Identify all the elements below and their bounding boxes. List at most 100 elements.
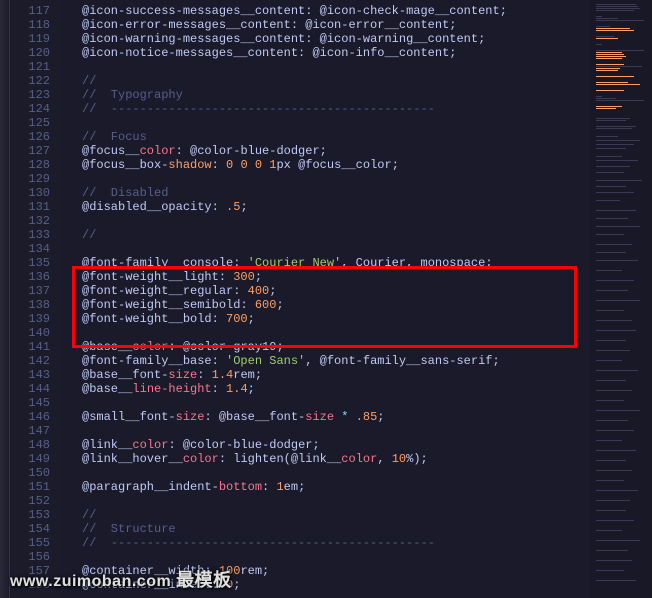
- minimap[interactable]: [590, 0, 652, 598]
- code-line[interactable]: @font-weight__light: 300;: [58, 270, 590, 284]
- token-prop: color: [132, 438, 168, 452]
- code-line[interactable]: [58, 242, 590, 256]
- code-line[interactable]: // Focus: [58, 130, 590, 144]
- code-line[interactable]: [58, 116, 590, 130]
- token-punc: ;: [485, 256, 492, 270]
- code-line[interactable]: @icon-warning-messages__content: @icon-w…: [58, 32, 590, 46]
- token-var: em: [284, 480, 298, 494]
- code-line[interactable]: @icon-success-messages__content: @icon-c…: [58, 4, 590, 18]
- code-line[interactable]: [58, 466, 590, 480]
- line-number: 122: [10, 74, 50, 88]
- token-num: 600: [255, 298, 277, 312]
- code-line[interactable]: [58, 60, 590, 74]
- line-number: 123: [10, 88, 50, 102]
- code-line[interactable]: [58, 396, 590, 410]
- code-line[interactable]: [58, 326, 590, 340]
- code-line[interactable]: // -------------------------------------…: [58, 536, 590, 550]
- code-line[interactable]: @small__font-size: @base__font-size * .8…: [58, 410, 590, 424]
- token-prop: color: [183, 452, 219, 466]
- minimap-line: [596, 410, 640, 411]
- code-line[interactable]: @disabled__opacity: .5;: [58, 200, 590, 214]
- minimap-line: [596, 26, 610, 27]
- code-line[interactable]: // Disabled: [58, 186, 590, 200]
- code-line[interactable]: @base__line-height: 1.4;: [58, 382, 590, 396]
- token-cmt: // Focus: [82, 130, 147, 144]
- code-line[interactable]: @base__color: @color-gray19;: [58, 340, 590, 354]
- minimap-line: [596, 56, 626, 57]
- code-line[interactable]: [58, 550, 590, 564]
- vertical-scrollbar[interactable]: [0, 0, 10, 598]
- code-line[interactable]: [58, 172, 590, 186]
- token-punc: ,: [377, 452, 391, 466]
- token-var: @icon-check-mage__content: [320, 4, 500, 18]
- minimap-line: [596, 8, 640, 9]
- code-line[interactable]: @focus__color: @color-blue-dodger;: [58, 144, 590, 158]
- line-number: 149: [10, 452, 50, 466]
- code-line[interactable]: // -------------------------------------…: [58, 102, 590, 116]
- token-sep: :: [212, 200, 226, 214]
- token-sep: :: [176, 144, 190, 158]
- minimap-line: [596, 98, 616, 99]
- code-line[interactable]: //: [58, 228, 590, 242]
- token-punc: ;: [449, 46, 456, 60]
- code-line[interactable]: //: [58, 508, 590, 522]
- code-line[interactable]: @font-weight__semibold: 600;: [58, 298, 590, 312]
- minimap-line: [596, 400, 624, 401]
- code-line[interactable]: [58, 494, 590, 508]
- minimap-line: [596, 430, 634, 431]
- token-punc: ;: [492, 354, 499, 368]
- minimap-line: [596, 172, 624, 173]
- token-sep: :: [204, 564, 218, 578]
- line-number: 158: [10, 578, 50, 592]
- minimap-line: [596, 20, 644, 21]
- minimap-line: [596, 166, 630, 167]
- token-num: .5: [226, 200, 240, 214]
- minimap-line: [596, 490, 638, 491]
- token-punc: ;: [500, 4, 507, 18]
- code-line[interactable]: //: [58, 74, 590, 88]
- minimap-line: [596, 82, 628, 83]
- token-var: @icon-info__content: [312, 46, 449, 60]
- code-line[interactable]: @container__indent: 0;: [58, 578, 590, 592]
- code-line[interactable]: // Typography: [58, 88, 590, 102]
- code-line[interactable]: // Structure: [58, 522, 590, 536]
- code-line[interactable]: [58, 424, 590, 438]
- code-line[interactable]: @focus__box-shadow: 0 0 0 1px @focus__co…: [58, 158, 590, 172]
- code-line[interactable]: @icon-notice-messages__content: @icon-in…: [58, 46, 590, 60]
- code-line[interactable]: @font-family__base: 'Open Sans', @font-f…: [58, 354, 590, 368]
- code-line[interactable]: @paragraph__indent-bottom: 1em;: [58, 480, 590, 494]
- token-var: @focus__: [82, 144, 140, 158]
- line-number: 144: [10, 382, 50, 396]
- line-number: 120: [10, 46, 50, 60]
- code-line[interactable]: @font-weight__regular: 400;: [58, 284, 590, 298]
- token-var: @link__hover__: [82, 452, 183, 466]
- line-number: 135: [10, 256, 50, 270]
- minimap-line: [596, 28, 630, 29]
- token-var: monospace: [421, 256, 486, 270]
- token-op: *: [334, 410, 356, 424]
- line-number: 133: [10, 228, 50, 242]
- minimap-line: [596, 140, 640, 141]
- token-var: Courier: [356, 256, 406, 270]
- token-sep: :: [219, 452, 233, 466]
- token-punc: ;: [255, 270, 262, 284]
- code-area[interactable]: @icon-success-messages__content: @icon-c…: [58, 0, 590, 598]
- code-line[interactable]: @base__font-size: 1.4rem;: [58, 368, 590, 382]
- code-line[interactable]: @link__hover__color: lighten(@link__colo…: [58, 452, 590, 466]
- code-line[interactable]: @font-family__console: 'Courier New', Co…: [58, 256, 590, 270]
- code-line[interactable]: [58, 214, 590, 228]
- line-number: 142: [10, 354, 50, 368]
- minimap-line: [596, 350, 630, 351]
- code-line[interactable]: @container__width: 100rem;: [58, 564, 590, 578]
- line-number: 134: [10, 242, 50, 256]
- code-line[interactable]: @icon-error-messages__content: @icon-err…: [58, 18, 590, 32]
- token-num: 400: [248, 284, 270, 298]
- line-number: 132: [10, 214, 50, 228]
- minimap-line: [596, 144, 634, 145]
- minimap-line: [596, 192, 634, 193]
- code-line[interactable]: @font-weight__bold: 700;: [58, 312, 590, 326]
- token-var: @font-family__sans-serif: [320, 354, 493, 368]
- line-number: 151: [10, 480, 50, 494]
- code-line[interactable]: @link__color: @color-blue-dodger;: [58, 438, 590, 452]
- minimap-line: [596, 340, 626, 341]
